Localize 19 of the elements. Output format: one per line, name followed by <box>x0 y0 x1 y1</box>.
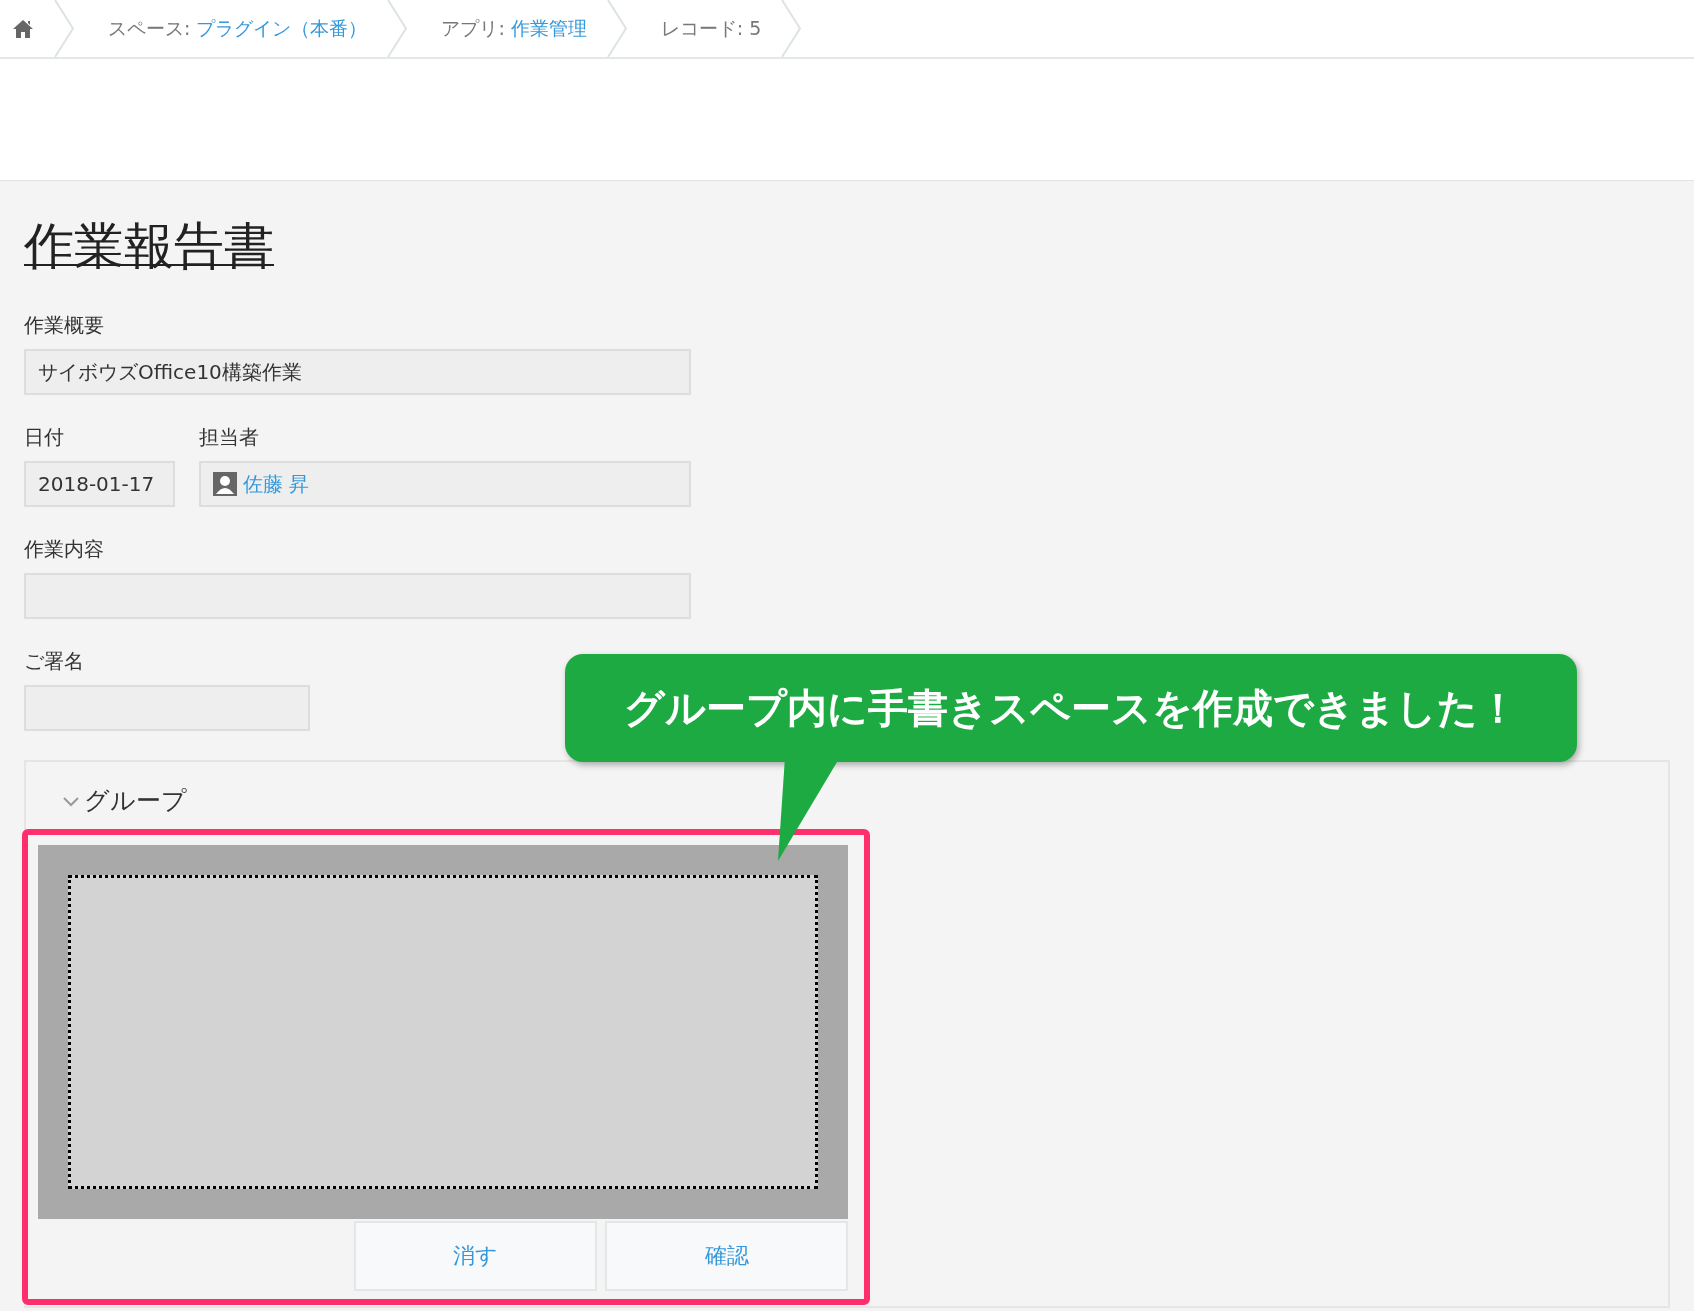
pad-button[interactable]: 確認 <box>605 1221 848 1291</box>
field-value: サイボウズOffice10構築作業 <box>24 349 691 395</box>
field-value: 2018-01-17 <box>24 461 175 507</box>
breadcrumb-label: レコード: 5 <box>660 15 762 41</box>
user-link[interactable]: 佐藤 昇 <box>243 470 310 498</box>
breadcrumb-label: アプリ: <box>441 15 505 41</box>
group-toggle[interactable]: グループ <box>62 784 187 817</box>
user-icon <box>213 472 237 496</box>
field-label: 日付 <box>24 424 65 451</box>
field-label: 作業内容 <box>24 536 105 563</box>
record-title: 作業報告書 <box>24 216 274 277</box>
field-label: 担当者 <box>199 424 260 451</box>
breadcrumb-link[interactable]: プラグイン（本番） <box>196 15 368 42</box>
field-label: 作業概要 <box>24 312 105 339</box>
home-icon[interactable] <box>12 18 34 39</box>
field-label: ご署名 <box>24 648 85 675</box>
pad-button[interactable]: 消す <box>354 1221 597 1291</box>
breadcrumb-link[interactable]: 作業管理 <box>510 15 587 42</box>
breadcrumb-label: スペース: <box>108 15 191 41</box>
